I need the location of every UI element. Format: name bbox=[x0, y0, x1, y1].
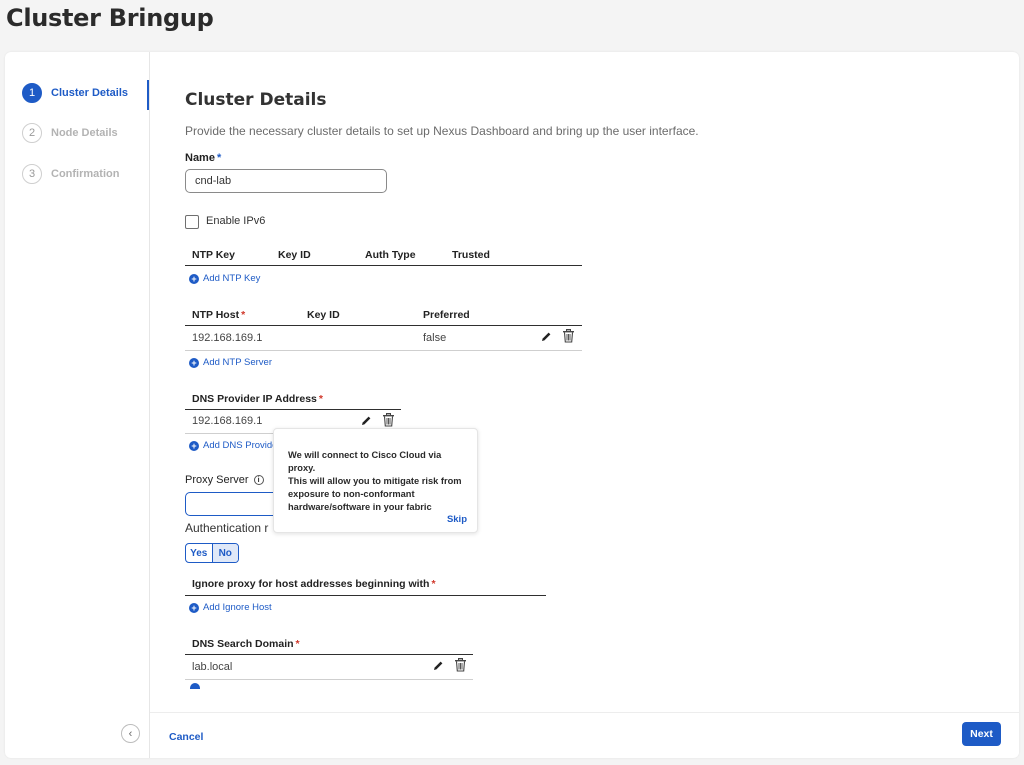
step-label: Node Details bbox=[51, 127, 118, 139]
table-header-divider bbox=[185, 265, 582, 266]
dns-search-domain-header-text: DNS Search Domain bbox=[192, 638, 294, 650]
section-title: Cluster Details bbox=[185, 90, 327, 110]
tooltip-line: This will allow you to mitigate risk fro… bbox=[288, 476, 462, 486]
add-ntp-key-link[interactable]: + Add NTP Key bbox=[189, 273, 260, 284]
dns-search-domain-header: DNS Search Domain * bbox=[192, 638, 300, 650]
trash-icon[interactable] bbox=[381, 413, 395, 427]
plus-circle-icon: + bbox=[189, 440, 199, 451]
add-dns-provider-label: Add DNS Provide bbox=[203, 440, 278, 451]
key-id-header: Key ID bbox=[307, 309, 340, 321]
name-label-text: Name bbox=[185, 152, 215, 164]
edit-pencil-icon[interactable] bbox=[539, 330, 553, 344]
edit-pencil-icon[interactable] bbox=[431, 659, 445, 673]
tooltip-text: We will connect to Cisco Cloud via proxy… bbox=[288, 449, 467, 514]
ntp-key-header: NTP Key bbox=[192, 249, 235, 261]
required-marker: * bbox=[216, 152, 222, 164]
tooltip-line: exposure to non-conformant bbox=[288, 489, 415, 499]
tooltip-skip-button[interactable]: Skip bbox=[447, 514, 467, 525]
step-confirmation[interactable]: 3 Confirmation bbox=[22, 163, 150, 185]
cancel-button[interactable]: Cancel bbox=[169, 731, 203, 743]
add-ignore-host-link[interactable]: + Add Ignore Host bbox=[189, 602, 272, 613]
authentication-label: Authentication r bbox=[185, 521, 269, 535]
plus-circle-icon bbox=[190, 683, 200, 689]
row-divider bbox=[185, 679, 473, 680]
wizard-footer: Cancel Next bbox=[150, 712, 1019, 758]
ignore-proxy-header: Ignore proxy for host addresses beginnin… bbox=[192, 578, 436, 590]
ntp-host-header-text: NTP Host bbox=[192, 309, 240, 321]
plus-circle-icon: + bbox=[189, 357, 199, 368]
step-number: 1 bbox=[22, 83, 42, 103]
section-description: Provide the necessary cluster details to… bbox=[185, 124, 699, 138]
enable-ipv6-checkbox[interactable] bbox=[185, 215, 199, 229]
plus-circle-icon: + bbox=[189, 273, 199, 284]
table-header-divider bbox=[185, 595, 546, 596]
table-header-divider bbox=[185, 654, 473, 655]
dns-provider-header: DNS Provider IP Address * bbox=[192, 393, 323, 405]
wizard-stepper: 1 Cluster Details 2 Node Details 3 Confi… bbox=[5, 52, 150, 758]
proxy-server-label: Proxy Server i bbox=[185, 474, 264, 486]
dns-provider-cell: 192.168.169.1 bbox=[192, 415, 263, 427]
trash-icon[interactable] bbox=[561, 329, 575, 343]
name-label: Name * bbox=[185, 152, 221, 164]
add-dns-provider-link[interactable]: + Add DNS Provide bbox=[189, 440, 277, 451]
proxy-server-label-text: Proxy Server bbox=[185, 474, 249, 486]
page-title: Cluster Bringup bbox=[6, 4, 214, 32]
plus-circle-icon: + bbox=[189, 602, 199, 613]
edit-pencil-icon[interactable] bbox=[359, 414, 373, 428]
trash-icon[interactable] bbox=[453, 658, 467, 672]
chevron-left-icon: ‹ bbox=[128, 727, 133, 740]
step-label: Cluster Details bbox=[51, 87, 129, 99]
add-ntp-server-link[interactable]: + Add NTP Server bbox=[189, 357, 272, 368]
step-cluster-details[interactable]: 1 Cluster Details bbox=[22, 82, 150, 104]
tooltip-line: We will connect to Cisco Cloud via proxy… bbox=[288, 450, 442, 473]
add-ignore-host-label: Add Ignore Host bbox=[203, 602, 272, 613]
dns-search-domain-cell: lab.local bbox=[192, 661, 233, 673]
required-marker: * bbox=[241, 309, 246, 321]
tooltip-line: hardware/software in your fabric bbox=[288, 502, 432, 512]
add-ntp-server-label: Add NTP Server bbox=[203, 357, 272, 368]
wizard-card: 1 Cluster Details 2 Node Details 3 Confi… bbox=[5, 52, 1019, 758]
dns-provider-header-text: DNS Provider IP Address bbox=[192, 393, 317, 405]
ignore-proxy-header-text: Ignore proxy for host addresses beginnin… bbox=[192, 578, 430, 590]
next-button[interactable]: Next bbox=[962, 722, 1001, 746]
add-ntp-key-label: Add NTP Key bbox=[203, 273, 261, 284]
step-label: Confirmation bbox=[51, 168, 120, 180]
ntp-preferred-cell: false bbox=[423, 332, 447, 344]
preferred-header: Preferred bbox=[423, 309, 470, 321]
auth-no-option[interactable]: No bbox=[211, 544, 238, 562]
proxy-server-input[interactable] bbox=[185, 492, 285, 516]
cluster-details-form: Cluster Details Provide the necessary cl… bbox=[185, 52, 1005, 712]
ntp-host-cell: 192.168.169.1 bbox=[192, 332, 263, 344]
table-header-divider bbox=[185, 325, 582, 326]
info-icon[interactable]: i bbox=[253, 475, 264, 486]
active-step-indicator bbox=[147, 80, 149, 110]
required-marker: * bbox=[318, 393, 323, 405]
table-header-divider bbox=[185, 409, 401, 410]
enable-ipv6-label: Enable IPv6 bbox=[206, 215, 266, 227]
required-marker: * bbox=[431, 578, 436, 590]
trusted-header: Trusted bbox=[452, 249, 490, 261]
step-number: 2 bbox=[22, 123, 42, 143]
row-divider bbox=[185, 350, 582, 351]
key-id-header: Key ID bbox=[278, 249, 311, 261]
step-number: 3 bbox=[22, 164, 42, 184]
collapse-sidebar-button[interactable]: ‹ bbox=[121, 724, 140, 743]
name-input[interactable] bbox=[185, 169, 387, 193]
step-node-details[interactable]: 2 Node Details bbox=[22, 122, 150, 144]
required-marker: * bbox=[295, 638, 300, 650]
authentication-toggle[interactable]: Yes No bbox=[185, 543, 239, 563]
auth-yes-option[interactable]: Yes bbox=[186, 544, 212, 562]
proxy-tooltip: We will connect to Cisco Cloud via proxy… bbox=[273, 428, 478, 533]
auth-type-header: Auth Type bbox=[365, 249, 416, 261]
ntp-host-header: NTP Host * bbox=[192, 309, 245, 321]
